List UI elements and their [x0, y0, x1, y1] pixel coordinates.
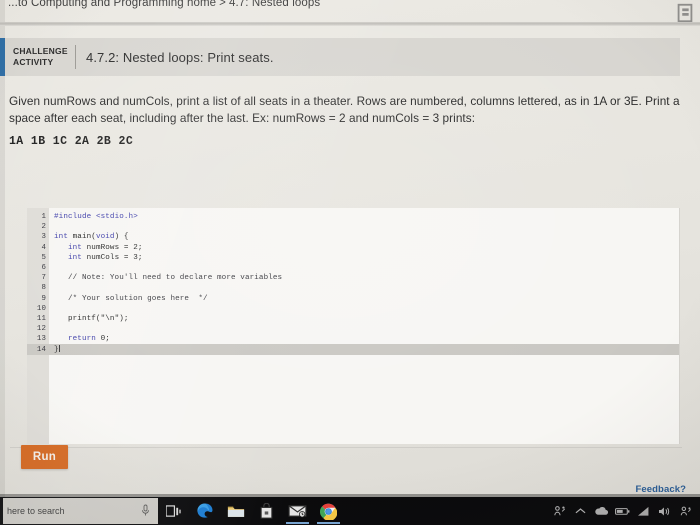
activity-title: 4.7.2: Nested loops: Print seats.: [86, 49, 274, 65]
code-line[interactable]: 12: [27, 324, 679, 334]
line-number: 1: [41, 213, 46, 222]
code-line[interactable]: 7 // Note: You'll need to declare more v…: [27, 273, 679, 283]
code-lines-container[interactable]: 1 #include <stdio.h> 2 3 int main(void) {4 i…: [27, 212, 679, 355]
code-line[interactable]: 11 printf("\n");: [27, 314, 679, 324]
code-line[interactable]: 1 #include <stdio.h>: [27, 212, 679, 222]
code-text: int numCols = 3;: [67, 253, 143, 262]
editor-bottom-divider: [10, 447, 682, 448]
system-tray: [549, 497, 700, 525]
microsoft-store-icon[interactable]: [251, 497, 282, 525]
banner-vertical-divider: [75, 45, 76, 69]
battery-icon[interactable]: [612, 497, 633, 525]
line-number: 4: [41, 243, 46, 252]
code-text: }: [54, 345, 60, 355]
code-text: // Note: You'll need to declare more var…: [67, 274, 283, 283]
bookmark-icon[interactable]: [674, 2, 696, 24]
people-share-icon[interactable]: [549, 497, 570, 525]
code-line[interactable]: 14}: [27, 344, 679, 355]
code-line[interactable]: 5 int numCols = 3;: [27, 253, 679, 263]
code-editor[interactable]: 1 #include <stdio.h> 2 3 int main(void) {4 i…: [27, 208, 680, 444]
windows-taskbar: here to search: [0, 497, 700, 525]
breadcrumb[interactable]: ...to Computing and Programming home >4.7…: [8, 0, 668, 15]
search-input[interactable]: here to search: [3, 498, 158, 524]
code-text: #include <stdio.h>: [54, 213, 138, 222]
mail-icon[interactable]: [282, 497, 313, 525]
volume-icon[interactable]: [654, 497, 675, 525]
microphone-icon[interactable]: [141, 504, 150, 518]
challenge-activity-label: CHALLENGE ACTIVITY: [5, 46, 73, 67]
code-line[interactable]: 9 /* Your solution goes here */: [27, 294, 679, 304]
code-line[interactable]: 8: [27, 283, 679, 293]
search-placeholder: here to search: [7, 506, 65, 516]
line-number: 3: [41, 233, 46, 242]
breadcrumb-separator: >: [219, 0, 226, 9]
code-line[interactable]: 13 return 0;: [27, 334, 679, 344]
action-center-icon[interactable]: [675, 497, 696, 525]
line-number: 14: [36, 345, 46, 354]
line-number: 11: [36, 314, 46, 323]
line-number: 2: [41, 223, 46, 232]
line-number: 7: [41, 274, 46, 283]
code-text: /* Your solution goes here */: [67, 294, 208, 303]
code-line[interactable]: 2: [27, 222, 679, 232]
task-view-icon[interactable]: [158, 497, 189, 525]
file-explorer-icon[interactable]: [220, 497, 251, 525]
code-line[interactable]: 3 int main(void) {: [27, 232, 679, 242]
problem-statement: Given numRows and numCols, print a list …: [9, 94, 680, 125]
line-number: 8: [41, 284, 46, 293]
photographed-screen: ...to Computing and Programming home >4.7…: [0, 0, 700, 525]
header-divider: [0, 22, 700, 26]
code-line[interactable]: 6: [27, 263, 679, 273]
code-line[interactable]: 10: [27, 304, 679, 314]
text-caret: [58, 345, 60, 353]
code-text: return 0;: [67, 335, 110, 344]
activity-label-line2: ACTIVITY: [13, 57, 54, 67]
chrome-browser-icon[interactable]: [313, 497, 344, 525]
code-text: int main(void) {: [54, 233, 129, 242]
show-hidden-icons-chevron[interactable]: [570, 497, 591, 525]
line-number: 9: [41, 294, 46, 303]
breadcrumb-trail[interactable]: ...to Computing and Programming home: [8, 0, 216, 9]
line-number: 12: [36, 325, 46, 334]
edge-browser-icon[interactable]: [189, 497, 220, 525]
code-text: printf("\n");: [67, 314, 129, 323]
activity-label-line1: CHALLENGE: [13, 46, 68, 57]
line-number: 6: [41, 264, 46, 273]
code-line[interactable]: 4 int numRows = 2;: [27, 243, 679, 253]
wifi-icon[interactable]: [633, 497, 654, 525]
line-number: 13: [36, 335, 46, 344]
run-button[interactable]: Run: [21, 445, 68, 469]
breadcrumb-current: 4.7: Nested loops: [228, 0, 321, 9]
browser-page: ...to Computing and Programming home >4.7…: [0, 0, 700, 497]
line-number: 5: [41, 253, 46, 262]
line-number: 10: [36, 304, 46, 313]
onedrive-cloud-icon[interactable]: [591, 497, 612, 525]
challenge-activity-banner: CHALLENGE ACTIVITY 4.7.2: Nested loops: …: [0, 38, 680, 76]
example-output: 1A 1B 1C 2A 2B 2C: [9, 135, 134, 148]
code-text: int numRows = 2;: [67, 243, 143, 252]
